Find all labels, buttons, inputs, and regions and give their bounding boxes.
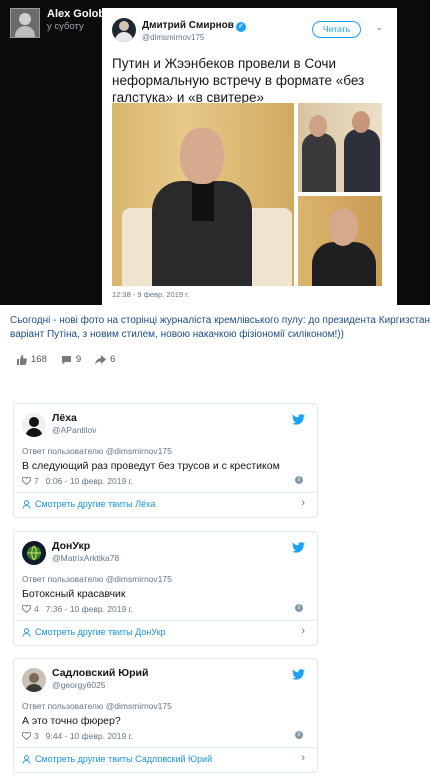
reply-text: Ботоксный красавчик: [22, 588, 126, 600]
like-count: 168: [31, 354, 47, 365]
comment-count: 9: [75, 354, 82, 365]
reply-card[interactable]: Садловский Юрий @georgy6025 Ответ пользо…: [13, 658, 318, 773]
reply-to-label[interactable]: Ответ пользователю @dimsmirnov175: [22, 701, 172, 711]
reply-card[interactable]: Лёха @APantilov Ответ пользователю @dims…: [13, 403, 318, 518]
photo-putin-sofa: [112, 103, 294, 286]
twitter-bird-icon[interactable]: [292, 414, 305, 425]
avatar[interactable]: [22, 413, 46, 437]
more-tweets-link[interactable]: Смотреть другие твиты ДонУкр: [35, 627, 166, 637]
embedded-avatar: [112, 18, 136, 42]
card-footer[interactable]: Смотреть другие твиты Садловский Юрий ›: [14, 747, 317, 772]
post-media-area: Alex Golobuckij у суботу Дмитрий Смирнов…: [0, 0, 430, 305]
reply-meta: 3 9:44 - 10 февр. 2019 г.: [22, 731, 133, 741]
photo-handshake: [298, 103, 382, 192]
heart-icon[interactable]: [22, 605, 31, 613]
reply-author-name[interactable]: Лёха: [52, 412, 77, 424]
share-stat[interactable]: 6: [95, 354, 115, 365]
embedded-author-name: Дмитрий Смирнов: [142, 20, 234, 31]
twitter-bird-icon[interactable]: [292, 669, 305, 680]
reply-time[interactable]: 0:06 - 10 февр. 2019 г.: [46, 476, 133, 486]
like-stat[interactable]: 168: [16, 354, 47, 365]
reply-author-name[interactable]: Садловский Юрий: [52, 667, 148, 679]
reply-to-label[interactable]: Ответ пользователю @dimsmirnov175: [22, 446, 172, 456]
avatar[interactable]: [22, 541, 46, 565]
reply-to-label[interactable]: Ответ пользователю @dimsmirnov175: [22, 574, 172, 584]
reply-author-handle[interactable]: @APantilov: [52, 425, 97, 435]
card-footer[interactable]: Смотреть другие твиты Лёха ›: [14, 492, 317, 517]
reply-author-name[interactable]: ДонУкр: [52, 540, 90, 552]
twitter-bird-icon[interactable]: [292, 542, 305, 553]
reply-meta: 7 0:06 - 10 февр. 2019 г.: [22, 476, 133, 486]
profile-icon: [22, 627, 31, 637]
chevron-right-icon[interactable]: ›: [301, 625, 305, 637]
verified-icon: ✓: [235, 22, 246, 32]
post-stats: 168 9 6: [16, 354, 129, 365]
heart-icon[interactable]: [22, 732, 31, 740]
reply-like-count: 4: [34, 604, 39, 614]
chevron-down-icon: ⌄: [375, 22, 383, 32]
more-tweets-link[interactable]: Смотреть другие твиты Лёха: [35, 499, 155, 509]
embedded-timestamp: 12:38 - 9 февр. 2019 г.: [112, 290, 190, 299]
reply-like-count: 7: [34, 476, 39, 486]
follow-button: Читать: [311, 21, 361, 38]
heart-icon[interactable]: [22, 477, 31, 485]
comment-icon: [61, 355, 71, 364]
reply-text: А это точно фюрер?: [22, 715, 121, 727]
post-caption: Сьогодні - нові фото на сторінці журналі…: [10, 314, 430, 341]
avatar[interactable]: [22, 668, 46, 692]
comment-stat[interactable]: 9: [61, 354, 81, 365]
chevron-right-icon[interactable]: ›: [301, 752, 305, 764]
info-icon[interactable]: i: [295, 476, 303, 484]
reply-author-handle[interactable]: @MatrixArktika78: [52, 553, 119, 563]
photo-putin-closeup: [298, 196, 382, 286]
info-icon[interactable]: i: [295, 731, 303, 739]
embedded-tweet-text: Путин и Жээнбеков провели в Сочи неформа…: [112, 56, 365, 105]
card-footer[interactable]: Смотреть другие твиты ДонУкр ›: [14, 620, 317, 645]
share-icon: [95, 354, 107, 364]
embedded-photo-grid: [112, 103, 382, 286]
profile-icon: [22, 499, 31, 509]
caption-line-2: варіант Путіна, з новим стилем, новою на…: [10, 328, 344, 340]
reply-time[interactable]: 9:44 - 10 февр. 2019 г.: [46, 731, 133, 741]
reply-card[interactable]: ДонУкр @MatrixArktika78 Ответ пользовате…: [13, 531, 318, 646]
reply-time[interactable]: 7:36 - 10 февр. 2019 г.: [46, 604, 133, 614]
chevron-right-icon[interactable]: ›: [301, 497, 305, 509]
info-icon[interactable]: i: [295, 604, 303, 612]
reply-like-count: 3: [34, 731, 39, 741]
reply-text: В следующий раз проведут без трусов и с …: [22, 460, 280, 472]
embedded-tweet-header: Дмитрий Смирнов ✓ @dimsmirnov175 Читать ⌄: [112, 18, 387, 50]
share-count: 6: [110, 354, 116, 365]
embedded-author-handle: @dimsmirnov175: [142, 33, 205, 42]
embedded-tweet-screenshot[interactable]: Дмитрий Смирнов ✓ @dimsmirnov175 Читать ⌄…: [102, 8, 397, 305]
more-tweets-link[interactable]: Смотреть другие твиты Садловский Юрий: [35, 754, 212, 764]
caption-line-1: Сьогодні - нові фото на сторінці журналі…: [10, 315, 430, 326]
reply-meta: 4 7:36 - 10 февр. 2019 г.: [22, 604, 133, 614]
profile-icon: [22, 754, 31, 764]
like-icon: [17, 354, 27, 365]
reply-author-handle[interactable]: @georgy6025: [52, 680, 106, 690]
author-avatar[interactable]: [10, 8, 40, 38]
